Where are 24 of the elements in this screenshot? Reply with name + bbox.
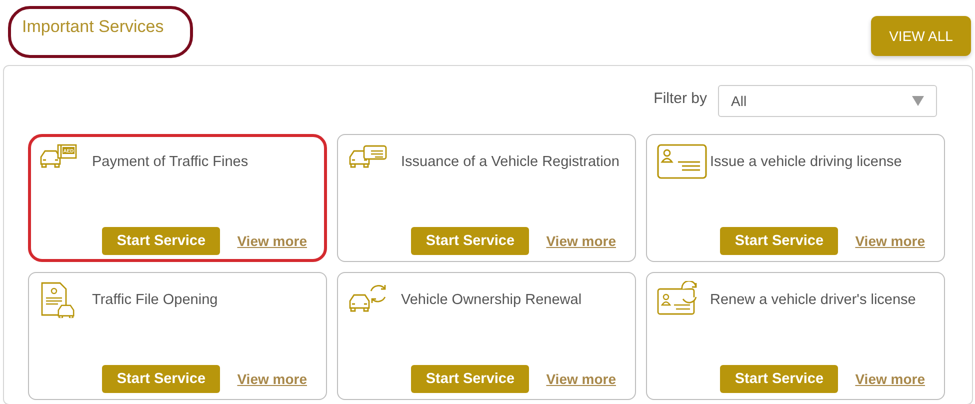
id-card-icon	[656, 143, 708, 180]
service-title: Issuance of a Vehicle Registration	[401, 154, 620, 170]
view-more-link[interactable]: View more	[546, 371, 616, 387]
dropdown-arrow-icon	[912, 96, 924, 106]
section-title: Important Services	[22, 17, 164, 37]
start-service-button[interactable]: Start Service	[102, 365, 220, 393]
filter-label: Filter by	[654, 90, 707, 106]
view-more-link[interactable]: View more	[855, 233, 925, 249]
view-all-button[interactable]: VIEW ALL	[871, 16, 971, 56]
service-title: Renew a vehicle driver's license	[710, 292, 916, 308]
view-more-link[interactable]: View more	[237, 233, 307, 249]
filter-dropdown[interactable]: All	[718, 85, 937, 117]
service-title: Payment of Traffic Fines	[92, 154, 248, 170]
service-title: Traffic File Opening	[92, 292, 218, 308]
start-service-button[interactable]: Start Service	[102, 227, 220, 255]
view-more-link[interactable]: View more	[237, 371, 307, 387]
service-title: Issue a vehicle driving license	[710, 154, 902, 170]
start-service-button[interactable]: Start Service	[720, 365, 838, 393]
start-service-button[interactable]: Start Service	[720, 227, 838, 255]
service-title: Vehicle Ownership Renewal	[401, 292, 582, 308]
start-service-button[interactable]: Start Service	[411, 365, 530, 393]
view-more-link[interactable]: View more	[546, 233, 616, 249]
start-service-button[interactable]: Start Service	[411, 227, 530, 255]
view-more-link[interactable]: View more	[855, 371, 925, 387]
